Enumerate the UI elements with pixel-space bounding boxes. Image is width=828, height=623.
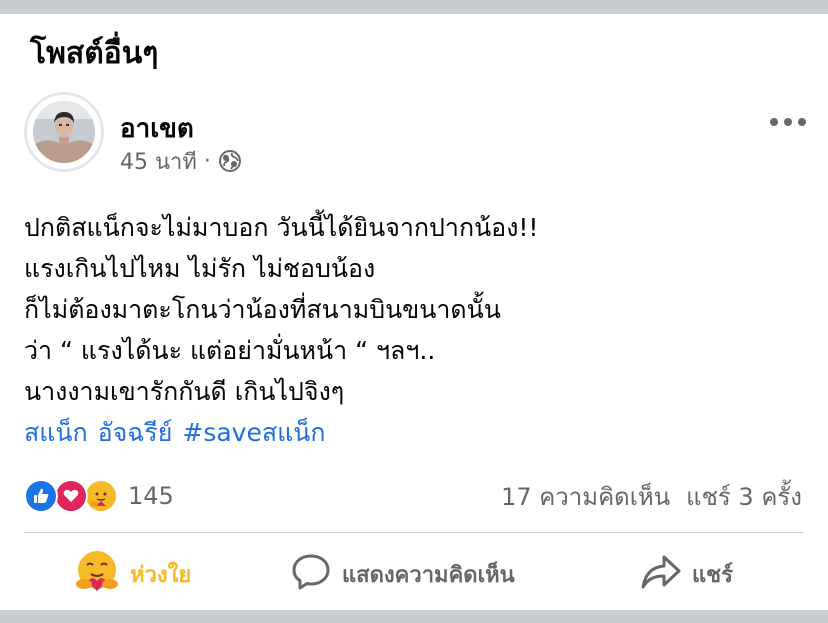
post-text: ปกติสแน็กจะไม่มาบอก วันนี้ได้ยินจากปากน้… (24, 207, 814, 453)
reaction-icons (24, 479, 122, 513)
tag-link[interactable]: อัจฉรีย์ (98, 418, 173, 447)
globe-icon (218, 149, 242, 173)
hashtag-link[interactable]: #saveสแน็ก (182, 418, 325, 447)
comment-count-link[interactable]: 17 ความคิดเห็น (501, 477, 670, 516)
dot-2 (784, 118, 792, 126)
post-tags: สแน็ก อัจฉรีย์ #saveสแน็ก (24, 412, 814, 453)
avatar[interactable] (24, 92, 104, 172)
reactions-summary[interactable]: 145 (24, 478, 174, 514)
dot-3 (798, 118, 806, 126)
tag-link[interactable]: สแน็ก (24, 418, 88, 447)
dot-1 (770, 118, 778, 126)
meta-separator: · (203, 148, 211, 174)
more-horizontal-icon[interactable] (770, 110, 806, 134)
care-reaction-icon (84, 479, 118, 513)
share-button-label: แชร์ (692, 562, 733, 588)
comment-button-label: แสดงความคิดเห็น (342, 562, 515, 588)
post-line: ว่า “ แรงได้นะ แต่อย่ามั่นหน้า “ ฯลฯ.. (24, 336, 436, 365)
top-separator (0, 0, 828, 14)
love-reaction-icon (54, 479, 88, 513)
post-line: นางงามเขารักกันดี เกินไปจิงๆ (24, 377, 345, 406)
care-button-label: ห่วงใย (130, 562, 192, 588)
reaction-count: 145 (128, 482, 174, 510)
divider (24, 532, 804, 533)
post-stats: 17 ความคิดเห็น แชร์ 3 ครั้ง (501, 478, 802, 514)
care-icon (74, 549, 120, 599)
care-button[interactable]: ห่วงใย (74, 546, 191, 602)
post-line: ก็ไม่ต้องมาตะโกนว่าน้องที่สนามบินขนาดนั้… (24, 295, 501, 324)
post-actions: ห่วงใย แสดงความคิดเห็น แชร์ (0, 546, 828, 602)
like-reaction-icon (24, 479, 58, 513)
post-meta: 45 นาที · (120, 146, 242, 176)
share-count-link[interactable]: แชร์ 3 ครั้ง (686, 477, 802, 516)
section-title: โพสต์อื่นๆ (30, 36, 159, 71)
comment-icon (290, 551, 332, 597)
post-line: ปกติสแน็กจะไม่มาบอก วันนี้ได้ยินจากปากน้… (24, 213, 539, 242)
share-button[interactable]: แชร์ (640, 546, 733, 602)
post-time[interactable]: 45 นาที (120, 144, 197, 179)
share-arrow-icon (640, 551, 682, 597)
comment-button[interactable]: แสดงความคิดเห็น (290, 546, 515, 602)
avatar-image (33, 101, 95, 163)
bottom-separator (0, 610, 828, 623)
post-line: แรงเกินไปไหม ไม่รัก ไม่ชอบน้อง (24, 254, 376, 283)
